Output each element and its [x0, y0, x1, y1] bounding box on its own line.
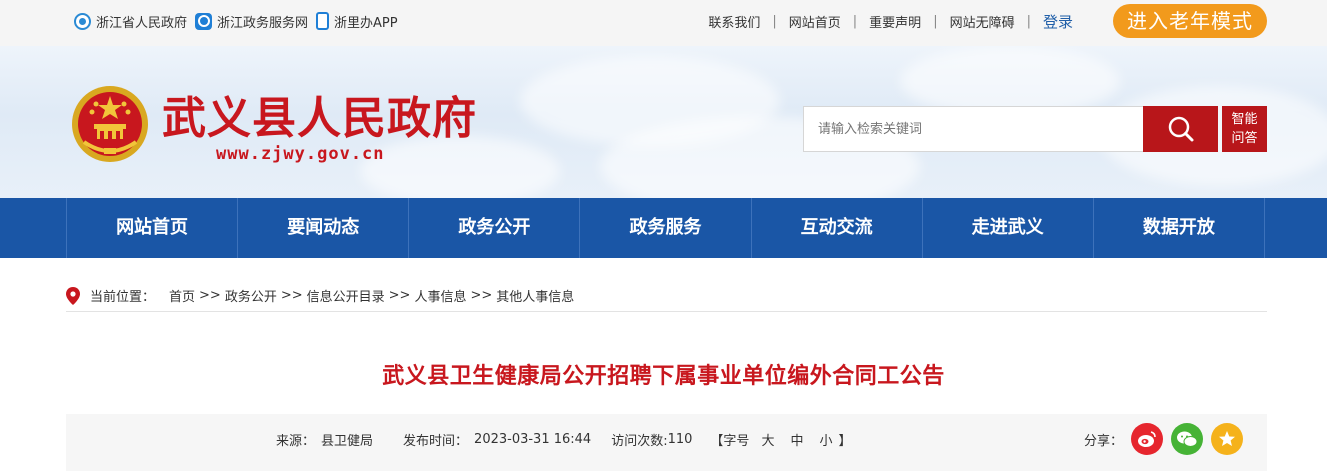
- visits-label: 访问次数:: [611, 433, 668, 449]
- share-wechat-button[interactable]: [1171, 423, 1203, 455]
- wechat-icon: [1177, 431, 1198, 447]
- date-label: 发布时间：: [403, 433, 469, 449]
- breadcrumb-item[interactable]: 信息公开目录: [307, 286, 385, 305]
- date-value: 2023-03-31 16:44: [474, 431, 592, 447]
- font-size-large-button[interactable]: 大: [761, 430, 774, 449]
- weibo-icon: [1138, 431, 1156, 447]
- link-contact[interactable]: 联系我们: [706, 12, 762, 31]
- nav-item-gov-service[interactable]: 政务服务: [580, 198, 752, 258]
- national-emblem-icon: [72, 86, 148, 162]
- share-favorite-button[interactable]: [1211, 423, 1243, 455]
- link-zhejiang-gov[interactable]: 浙江省人民政府: [74, 12, 187, 31]
- main-nav: 网站首页 要闻动态 政务公开 政务服务 互动交流 走进武义 数据开放: [0, 198, 1327, 258]
- link-home[interactable]: 网站首页: [787, 12, 843, 31]
- zhejiang-gov-icon: [74, 12, 91, 30]
- location-pin-icon: [66, 286, 80, 305]
- link-service-net-label: 浙江政务服务网: [217, 15, 309, 31]
- nav-item-interaction[interactable]: 互动交流: [752, 198, 923, 258]
- font-size-close: 】: [838, 433, 852, 449]
- breadcrumb: 当前位置： 首页 >> 政务公开 >> 信息公开目录 >> 人事信息 >> 其他…: [66, 280, 1267, 312]
- elder-mode-button[interactable]: 进入老年模式: [1113, 4, 1267, 38]
- nav-item-about-wuyi[interactable]: 走进武义: [923, 198, 1094, 258]
- ai-qa-line1: 智能: [1231, 112, 1258, 127]
- nav-item-news[interactable]: 要闻动态: [238, 198, 410, 258]
- breadcrumb-separator: >>: [280, 288, 303, 303]
- breadcrumb-item[interactable]: 其他人事信息: [496, 286, 574, 305]
- link-accessibility[interactable]: 网站无障碍: [948, 12, 1017, 31]
- breadcrumb-label: 当前位置：: [90, 290, 156, 305]
- link-statement[interactable]: 重要声明: [867, 12, 923, 31]
- visits-value: 110: [667, 431, 693, 447]
- breadcrumb-item[interactable]: 政务公开: [225, 286, 277, 305]
- search-icon: [1168, 116, 1193, 142]
- separator: |: [933, 13, 938, 29]
- top-links-left: 浙江省人民政府 浙江政务服务网 浙里办APP: [74, 0, 406, 42]
- breadcrumb-separator: >>: [199, 288, 221, 303]
- separator: |: [1026, 13, 1031, 29]
- top-links-right: 联系我们 | 网站首页 | 重要声明 | 网站无障碍 | 登录 进入老年模式: [706, 0, 1267, 42]
- site-url: www.zjwy.gov.cn: [216, 144, 385, 164]
- search-input[interactable]: [803, 106, 1144, 152]
- breadcrumb-item[interactable]: 人事信息: [414, 286, 466, 305]
- ai-qa-line2: 问答: [1231, 131, 1258, 146]
- phone-app-icon: [316, 12, 330, 30]
- source-label: 来源：: [276, 433, 316, 449]
- separator: |: [772, 13, 777, 29]
- login-link[interactable]: 登录: [1041, 11, 1075, 32]
- font-size-medium-button[interactable]: 中: [790, 430, 803, 449]
- article-title: 武义县卫生健康局公开招聘下属事业单位编外合同工公告: [382, 364, 945, 389]
- service-net-icon: [195, 12, 213, 30]
- nav-item-open-data[interactable]: 数据开放: [1094, 198, 1265, 258]
- share-weibo-button[interactable]: [1131, 423, 1163, 455]
- article-meta: 来源： 县卫健局 发布时间： 2023-03-31 16:44 访问次数: 11…: [66, 414, 1267, 471]
- breadcrumb-separator: >>: [470, 288, 493, 303]
- breadcrumb-item[interactable]: 首页: [169, 286, 195, 305]
- nav-item-home[interactable]: 网站首页: [66, 198, 239, 258]
- source-value: 县卫健局: [321, 433, 374, 449]
- link-zheliban-app-label: 浙里办APP: [334, 15, 398, 31]
- star-icon: [1219, 431, 1235, 446]
- share-group: 分享：: [1084, 414, 1243, 464]
- link-zheliban-app[interactable]: 浙里办APP: [316, 12, 398, 31]
- link-service-net[interactable]: 浙江政务服务网: [195, 12, 308, 31]
- font-size-open: 【字号: [710, 433, 750, 449]
- separator: |: [852, 13, 858, 29]
- site-title[interactable]: 武义县人民政府: [162, 94, 477, 144]
- share-label: 分享：: [1083, 433, 1123, 449]
- search-button[interactable]: [1143, 106, 1218, 152]
- nav-item-gov-open[interactable]: 政务公开: [409, 198, 581, 258]
- top-bar: 浙江省人民政府 浙江政务服务网 浙里办APP 联系我们 | 网站首页 | 重要声…: [0, 0, 1327, 46]
- ai-qa-button[interactable]: 智能 问答: [1222, 106, 1267, 152]
- site-header: 武义县人民政府 www.zjwy.gov.cn 智能 问答: [0, 46, 1327, 198]
- font-size-small-button[interactable]: 小: [819, 430, 832, 449]
- link-zhejiang-gov-label: 浙江省人民政府: [96, 15, 188, 31]
- breadcrumb-separator: >>: [388, 288, 411, 303]
